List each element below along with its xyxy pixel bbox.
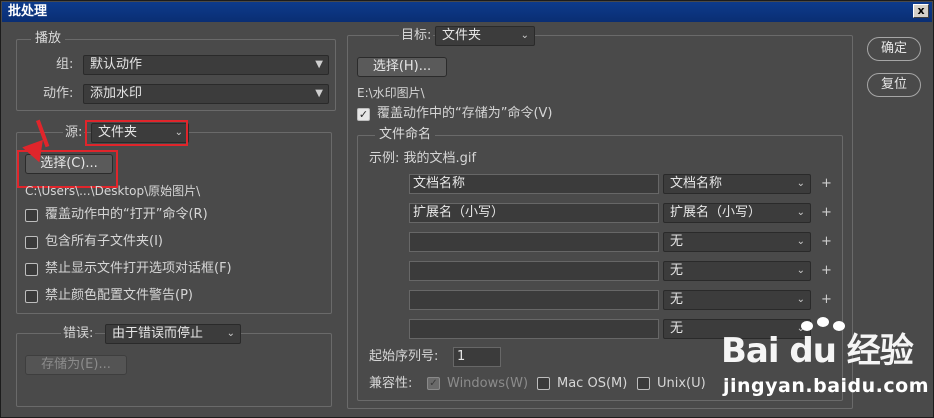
naming-select-3[interactable]: 无 ⌄ xyxy=(663,232,811,252)
errors-label: 错误: xyxy=(61,326,96,342)
action-select-value: 添加水印 xyxy=(90,86,143,101)
override-open-label: 覆盖动作中的“打开”命令(R) xyxy=(45,207,208,222)
destination-select[interactable]: 文件夹 ⌄ xyxy=(435,26,535,46)
naming-field-2[interactable]: 扩展名（小写） xyxy=(409,203,659,223)
file-naming-legend: 文件命名 xyxy=(375,128,436,142)
chevron-down-icon: ▼ xyxy=(315,88,323,99)
source-path: C:\Users\...\Desktop\原始图片\ xyxy=(25,184,201,198)
compat-label: 兼容性: xyxy=(369,376,413,391)
suppress-profile-warning-label: 禁止颜色配置文件警告(P) xyxy=(45,288,193,303)
window-title: 批处理 xyxy=(8,4,48,19)
destination-label: 目标: xyxy=(399,28,434,44)
baidu-site: jingyan.baidu.com xyxy=(723,375,929,397)
unix-checkbox[interactable] xyxy=(637,377,650,390)
reset-button[interactable]: 复位 xyxy=(867,73,921,97)
override-open-checkbox[interactable] xyxy=(25,209,38,222)
chevron-down-icon: ⌄ xyxy=(226,328,235,339)
unix-label: Unix(U) xyxy=(657,376,706,391)
baidu-watermark: Bai du 经验 jingyan.baidu.com xyxy=(721,317,929,415)
chevron-down-icon: ⌄ xyxy=(796,236,805,247)
override-save-checkbox[interactable]: ✓ xyxy=(357,108,370,121)
action-label: 动作: xyxy=(43,86,74,101)
save-as-button[interactable]: 存储为(E)... xyxy=(25,355,127,375)
chevron-down-icon: ⌄ xyxy=(796,178,805,189)
naming-field-1[interactable]: 文档名称 xyxy=(409,174,659,194)
close-button[interactable]: x xyxy=(913,4,929,18)
include-subfolders-label: 包含所有子文件夹(I) xyxy=(45,234,163,249)
chevron-down-icon: ▼ xyxy=(315,59,323,70)
override-save-label: 覆盖动作中的“存储为”命令(V) xyxy=(377,106,553,121)
batch-dialog: 批处理 x 播放 组: 默认动作 ▼ 动作: 添加水印 ▼ 源: 文件夹 ⌄ 选… xyxy=(0,0,934,418)
naming-select-4[interactable]: 无 ⌄ xyxy=(663,261,811,281)
serial-label: 起始序列号: xyxy=(369,349,439,364)
suppress-open-dialog-checkbox[interactable] xyxy=(25,263,38,276)
naming-field-5[interactable] xyxy=(409,290,659,310)
add-row-icon[interactable]: + xyxy=(821,264,832,278)
windows-checkbox[interactable]: ✓ xyxy=(427,377,440,390)
group-select-value: 默认动作 xyxy=(90,57,143,72)
source-highlight xyxy=(85,120,188,146)
destination-select-value: 文件夹 xyxy=(442,28,482,43)
include-subfolders-checkbox[interactable] xyxy=(25,236,38,249)
windows-label: Windows(W) xyxy=(447,376,529,391)
chevron-down-icon: ⌄ xyxy=(796,265,805,276)
suppress-open-dialog-label: 禁止显示文件打开选项对话框(F) xyxy=(45,261,232,276)
baidu-logo: Bai du 经验 xyxy=(721,331,914,371)
chevron-down-icon: ⌄ xyxy=(796,207,805,218)
group-select[interactable]: 默认动作 ▼ xyxy=(83,55,329,75)
destination-path: E:\水印图片\ xyxy=(357,86,425,100)
action-select[interactable]: 添加水印 ▼ xyxy=(83,84,329,104)
source-label: 源: xyxy=(63,125,85,141)
add-row-icon[interactable]: + xyxy=(821,206,832,220)
naming-select-2[interactable]: 扩展名（小写） ⌄ xyxy=(663,203,811,223)
errors-select[interactable]: 由于错误而停止 ⌄ xyxy=(105,324,241,344)
macos-label: Mac OS(M) xyxy=(557,376,628,391)
naming-select-5[interactable]: 无 ⌄ xyxy=(663,290,811,310)
ok-button[interactable]: 确定 xyxy=(867,37,921,61)
serial-input[interactable]: 1 xyxy=(453,347,501,367)
naming-select-1[interactable]: 文档名称 ⌄ xyxy=(663,174,811,194)
add-row-icon[interactable]: + xyxy=(821,293,832,307)
naming-field-3[interactable] xyxy=(409,232,659,252)
suppress-profile-warning-checkbox[interactable] xyxy=(25,290,38,303)
naming-field-6[interactable] xyxy=(409,319,659,339)
add-row-icon[interactable]: + xyxy=(821,235,832,249)
add-row-icon[interactable]: + xyxy=(821,177,832,191)
macos-checkbox[interactable] xyxy=(537,377,550,390)
title-bar: 批处理 xyxy=(2,2,932,22)
destination-choose-button[interactable]: 选择(H)... xyxy=(357,57,447,77)
naming-example: 示例: 我的文档.gif xyxy=(369,151,477,166)
play-legend: 播放 xyxy=(31,32,66,46)
group-label: 组: xyxy=(56,57,74,72)
chevron-down-icon: ⌄ xyxy=(520,30,529,41)
naming-field-4[interactable] xyxy=(409,261,659,281)
chevron-down-icon: ⌄ xyxy=(796,294,805,305)
errors-select-value: 由于错误而停止 xyxy=(112,326,204,341)
